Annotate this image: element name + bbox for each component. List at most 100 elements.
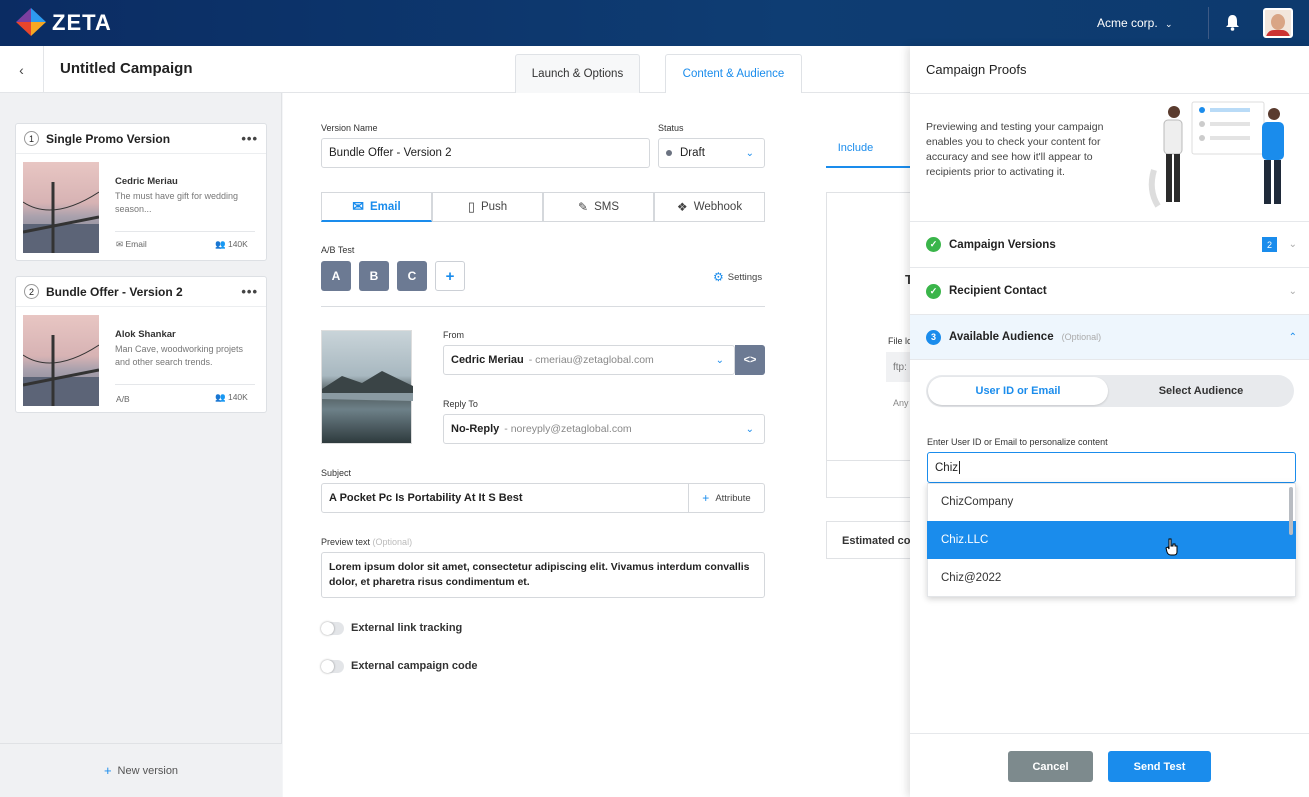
section-label: Recipient Contact [949,285,1047,297]
page-title: Untitled Campaign [60,60,193,77]
chevron-down-icon: ⌄ [1288,239,1297,250]
org-selector[interactable]: Acme corp. ⌄ [1097,16,1173,30]
suggestion-item-selected[interactable]: Chiz.LLC [927,521,1296,559]
ab-variant-c[interactable]: C [397,261,427,291]
code-view-button[interactable]: <> [735,345,765,375]
plus-icon: + [702,491,710,505]
status-label: Status [658,123,684,133]
divider [1208,7,1209,39]
user-id-email-option[interactable]: User ID or Email [928,377,1108,405]
people-checklist-illustration-icon [1148,101,1284,208]
version-description: The must have gift for wedding season... [115,191,239,214]
new-version-label: New version [117,764,179,777]
suggestion-item[interactable]: ChizCompany [927,483,1296,521]
external-campaign-code-toggle[interactable] [321,660,344,673]
attribute-button[interactable]: + Attribute [688,484,764,512]
version-card-header: 1 Single Promo Version ••• [16,124,266,154]
tab-content-audience[interactable]: Content & Audience [665,54,802,93]
sender-name: Alok Shankar [115,329,176,340]
version-number: 1 [24,131,39,146]
version-title: Single Promo Version [46,131,171,146]
section-recipient-contact[interactable]: ✓ Recipient Contact ⌄ [910,267,1309,314]
helper-text: Any [893,398,909,408]
send-test-button[interactable]: Send Test [1108,751,1211,782]
chat-icon: ✎ [578,200,589,214]
code-icon: <> [743,354,757,366]
version-card-1[interactable]: 1 Single Promo Version ••• Cedric Meriau… [15,123,267,261]
version-card-2[interactable]: 2 Bundle Offer - Version 2 ••• Alok Shan… [15,276,267,413]
subject-label: Subject [321,468,352,478]
mail-icon: ✉ [116,239,124,249]
webhook-icon: ❖ [676,200,688,214]
email-preview-image [321,330,413,444]
estimated-count: Estimated cou [826,521,916,559]
check-circle-icon: ✓ [926,283,941,299]
users-icon: 👥 [215,239,226,249]
search-label: Enter User ID or Email to personalize co… [927,437,1108,447]
dropdown-scrollbar[interactable] [1289,487,1293,535]
version-thumbnail [22,315,100,406]
toggle-label: External link tracking [351,622,463,634]
text-cursor [959,461,961,474]
reply-to-select[interactable]: No-Reply - noreyply@zetaglobal.com ⌄ [443,414,765,444]
user-search-input[interactable]: Chiz [927,452,1296,483]
version-number: 2 [24,284,39,299]
from-label: From [443,330,464,340]
zeta-logo-icon[interactable] [16,8,46,36]
external-link-tracking-toggle[interactable] [321,622,344,635]
status-select[interactable]: Draft ⌄ [658,138,765,168]
section-available-audience[interactable]: 3 Available Audience (Optional) ⌃ [910,314,1309,360]
section-label: Campaign Versions [949,238,1056,251]
preview-text-input[interactable]: Lorem ipsum dolor sit amet, consectetur … [321,552,765,598]
section-label: Available Audience [949,331,1054,343]
mountain-lake-icon [322,371,413,401]
tab-include[interactable]: Include [826,130,910,168]
channel-tab-webhook[interactable]: ❖ Webhook [654,192,765,222]
version-card-header: 2 Bundle Offer - Version 2 ••• [16,277,266,307]
version-name-label: Version Name [321,123,378,133]
version-description: Man Cave, woodworking projets and other … [115,344,244,367]
status-value: Draft [680,147,705,159]
chevron-left-icon: ‹ [19,61,24,78]
channel-tab-push[interactable]: ▯ Push [432,192,543,222]
divider [115,231,255,232]
channel-tab-sms[interactable]: ✎ SMS [543,192,654,222]
select-audience-option[interactable]: Select Audience [1110,377,1292,405]
bridge-image-icon [22,335,100,406]
tab-launch-options[interactable]: Launch & Options [515,54,640,93]
from-email: - cmeriau@zetaglobal.com [528,354,654,366]
audience-count: 👥 140K [215,239,248,249]
from-select[interactable]: Cedric Meriau - cmeriau@zetaglobal.com ⌄ [443,345,735,375]
divider [826,460,916,461]
back-button[interactable]: ‹ [0,46,44,93]
new-version-button[interactable]: + New version [0,743,282,797]
chevron-up-icon: ⌃ [1288,331,1297,343]
divider [910,93,1309,94]
proofs-intro: Previewing and testing your campaign ena… [926,121,1104,178]
add-variant-button[interactable]: + [435,261,465,291]
chevron-down-icon: ⌄ [745,147,754,159]
plus-icon: + [103,763,112,778]
search-value: Chiz [935,461,959,474]
suggestion-item[interactable]: Chiz@2022 [927,559,1296,597]
phone-icon: ▯ [467,199,475,214]
toggle-label: External campaign code [351,660,478,672]
optional-label: (Optional) [1061,332,1102,342]
ab-variant-b[interactable]: B [359,261,389,291]
section-campaign-versions[interactable]: ✓ Campaign Versions 2 ⌄ [910,221,1309,267]
ab-variant-a[interactable]: A [321,261,351,291]
version-name-input[interactable]: Bundle Offer - Version 2 [321,138,650,168]
bell-icon[interactable] [1225,14,1240,31]
channel-tab-email[interactable]: ✉ Email [321,192,432,222]
settings-link[interactable]: ⚙ Settings [713,270,762,284]
cancel-button[interactable]: Cancel [1008,751,1093,782]
more-options-icon[interactable]: ••• [241,131,258,146]
more-options-icon[interactable]: ••• [241,284,258,299]
hand-cursor-icon [1165,538,1178,556]
mail-icon: ✉ [352,198,365,214]
panel-title: Campaign Proofs [926,62,1027,77]
chevron-down-icon: ⌄ [1288,285,1297,297]
avatar[interactable] [1263,8,1293,38]
org-name: Acme corp. [1097,16,1158,30]
reply-name: No-Reply [451,423,500,435]
